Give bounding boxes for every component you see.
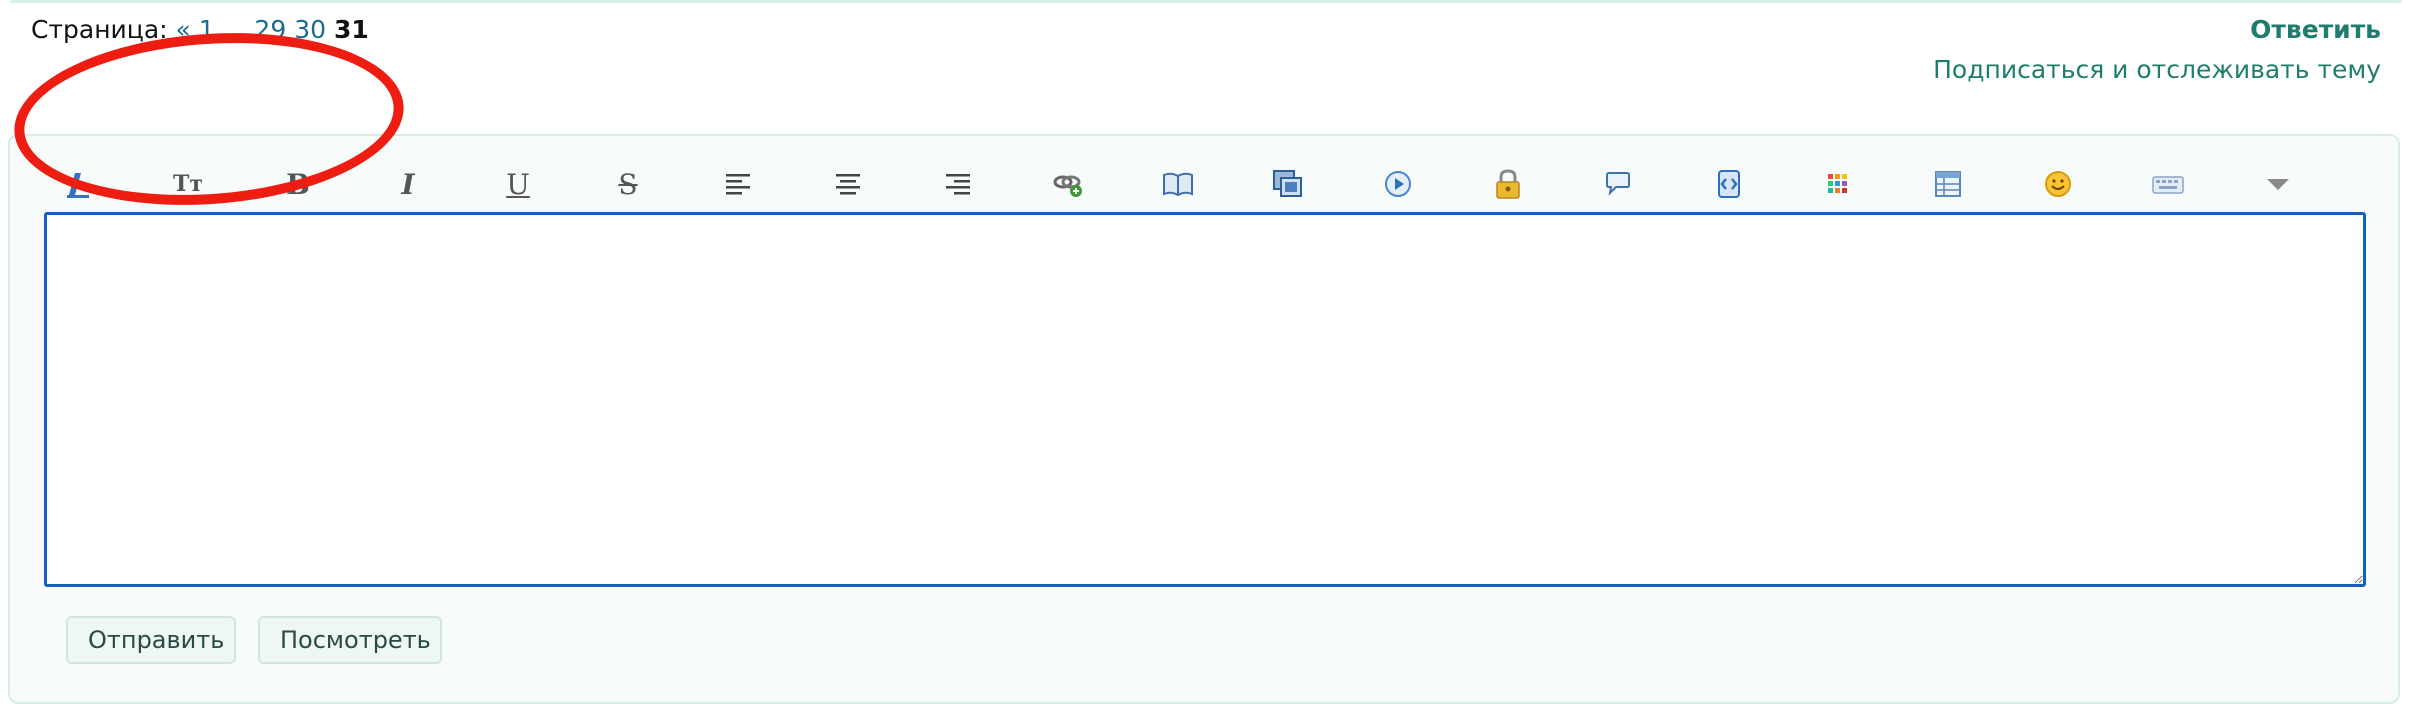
send-button[interactable]: Отправить — [66, 616, 236, 664]
align-left-icon — [726, 174, 750, 195]
code-button[interactable] — [1702, 148, 1754, 220]
more-options-button[interactable] — [2252, 148, 2304, 220]
align-right-icon — [946, 174, 970, 195]
code-scroll-icon — [1718, 170, 1740, 198]
italic-icon: I — [401, 167, 415, 201]
align-left-button[interactable] — [712, 148, 764, 220]
insert-media-button[interactable] — [1372, 148, 1424, 220]
insert-table-button[interactable] — [1922, 148, 1974, 220]
message-textarea[interactable] — [44, 212, 2366, 587]
chevron-down-icon — [2267, 179, 2289, 190]
link-icon — [1053, 175, 1082, 197]
speech-bubble-icon — [1606, 172, 1630, 196]
underline-icon: U — [506, 167, 530, 201]
reply-link[interactable]: Ответить — [2250, 15, 2381, 44]
strikethrough-icon: S — [618, 167, 638, 201]
play-icon — [1385, 171, 1411, 197]
image-icon — [1273, 170, 1302, 197]
insert-link-button[interactable] — [1042, 148, 1094, 220]
pagination-current-page: 31 — [333, 15, 369, 44]
insert-image-button[interactable] — [1262, 148, 1314, 220]
top-divider — [10, 0, 2402, 3]
strikethrough-button[interactable]: S — [602, 148, 654, 220]
color-palette-button[interactable] — [1812, 148, 1864, 220]
align-center-icon — [836, 174, 860, 195]
quote-button[interactable] — [1592, 148, 1644, 220]
keyboard-icon — [2152, 176, 2184, 194]
book-icon — [1163, 172, 1193, 197]
pagination-label: Страница: — [31, 15, 168, 44]
align-right-button[interactable] — [932, 148, 984, 220]
smiley-button[interactable] — [2032, 148, 2084, 220]
align-center-button[interactable] — [822, 148, 874, 220]
table-icon — [1935, 171, 1961, 197]
color-grid-icon — [1828, 174, 1847, 193]
underline-button[interactable]: U — [492, 148, 544, 220]
subscribe-link[interactable]: Подписаться и отслеживать тему — [1933, 55, 2381, 84]
book-button[interactable] — [1152, 148, 1204, 220]
hide-content-button[interactable] — [1482, 148, 1534, 220]
keyboard-button[interactable] — [2142, 148, 2194, 220]
lock-icon — [1496, 169, 1520, 199]
preview-button[interactable]: Посмотреть — [258, 616, 442, 664]
italic-button[interactable]: I — [382, 148, 434, 220]
smiley-icon — [2045, 171, 2071, 197]
